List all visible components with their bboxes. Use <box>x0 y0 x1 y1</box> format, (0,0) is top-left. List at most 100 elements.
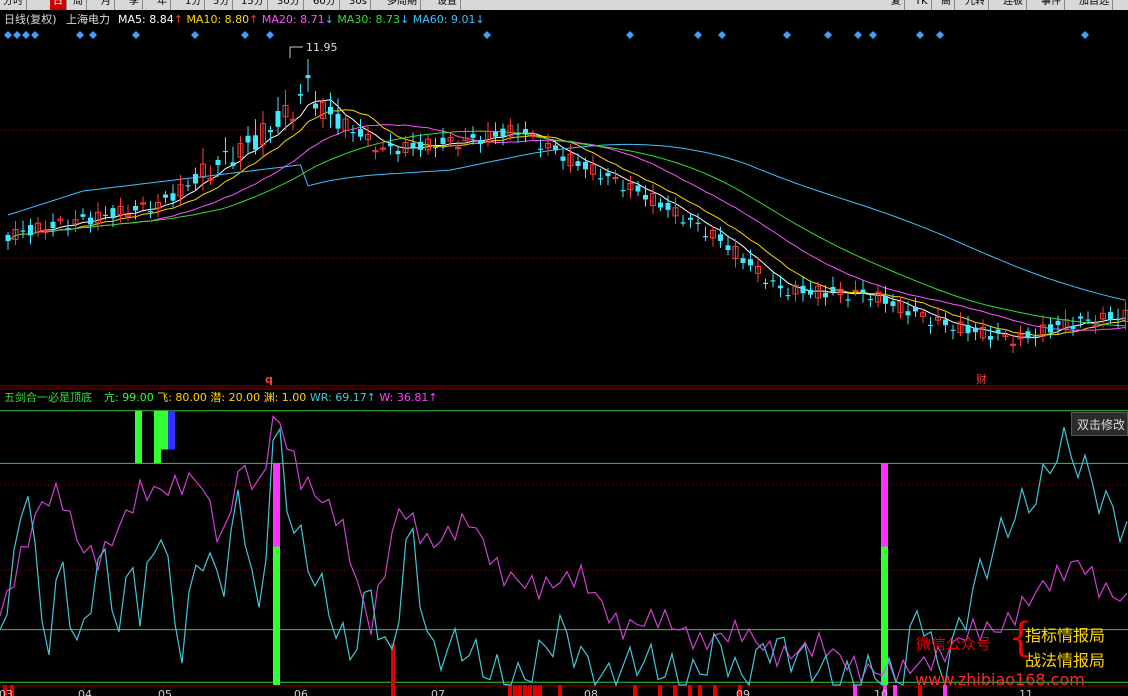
ma-legend: MA5: 8.84↑ MA10: 8.80↑ MA20: 8.71↓ MA30:… <box>118 13 485 26</box>
indicator-legend-item: WR: 69.17↑ <box>310 391 380 404</box>
high-price-label: 11.95 <box>306 41 338 54</box>
candle-body <box>20 230 26 232</box>
candle-body <box>643 194 648 200</box>
candle-body <box>440 137 446 145</box>
candle-body <box>538 148 543 150</box>
indicator-bottom-bar <box>533 685 537 696</box>
candle-body <box>740 258 746 263</box>
candle-body <box>703 236 708 238</box>
chart-period-label: 日线(复权) <box>4 12 57 26</box>
candle-body <box>298 93 303 96</box>
signal-diamond <box>241 31 249 39</box>
x-axis-month-label: 09 <box>736 688 750 696</box>
double-click-edit-tooltip[interactable]: 双击修改 <box>1071 412 1128 436</box>
indicator-legend-item: 渊: 1.00 <box>264 391 310 404</box>
candle-body <box>1033 336 1038 338</box>
x-axis-month-label: 10 <box>874 688 888 696</box>
candle-body <box>193 174 198 184</box>
candle-body <box>313 103 318 109</box>
candle-body <box>305 75 311 79</box>
signal-diamond <box>916 31 924 39</box>
signal-diamond <box>266 31 274 39</box>
candle-body <box>605 172 611 177</box>
candle-body <box>785 295 791 297</box>
candle-body <box>725 245 731 251</box>
event-marker-q[interactable]: q <box>265 373 273 386</box>
candle-body <box>418 141 423 150</box>
candle-body <box>553 145 558 151</box>
candle-body <box>560 156 566 161</box>
indicator-bars <box>3 410 947 696</box>
indicator-bottom-bar <box>658 685 662 696</box>
candle-body <box>500 128 506 137</box>
candle-body <box>478 140 483 144</box>
candle-body <box>598 178 603 180</box>
ma-legend-item: MA5: 8.84 <box>118 13 174 26</box>
candle-body <box>658 202 663 208</box>
candle-body <box>493 131 498 137</box>
candle-body <box>583 161 588 170</box>
candle-body <box>575 161 581 167</box>
indicator-bottom-bar <box>893 685 897 696</box>
x-axis-month-label: 05 <box>158 688 172 696</box>
candle-body <box>50 221 56 228</box>
indicator-bottom-bar <box>523 685 527 696</box>
candle-body <box>808 289 813 295</box>
candle-body <box>5 235 11 241</box>
indicator-signal-bar <box>135 410 142 464</box>
ma-line <box>7 109 1126 337</box>
candle-body <box>358 129 363 137</box>
candle-body <box>103 214 108 217</box>
indicator-signal-bar <box>881 463 888 547</box>
candle-body <box>268 130 273 133</box>
signal-diamond <box>13 31 21 39</box>
candle-body <box>635 185 641 192</box>
signal-diamond <box>1081 31 1089 39</box>
signal-diamond <box>824 31 832 39</box>
signal-diamond <box>854 31 862 39</box>
ma-legend-arrow: ↓ <box>400 13 413 26</box>
candle-body <box>890 301 896 307</box>
event-marker-finance[interactable]: 财 <box>976 372 987 386</box>
candle-body <box>823 292 828 298</box>
candle-body <box>763 282 768 285</box>
candle-body <box>515 133 521 135</box>
stock-chart[interactable]: 日线(复权) 上海电力 MA5: 8.84↑ MA10: 8.80↑ MA20:… <box>0 0 1128 696</box>
candle-body <box>230 162 236 166</box>
signal-diamond <box>694 31 702 39</box>
candle-body <box>988 336 993 340</box>
candlestick-series <box>5 59 1128 354</box>
signal-diamond <box>191 31 199 39</box>
candle-body <box>223 150 228 153</box>
candle-body <box>973 327 978 333</box>
candle-body <box>395 150 401 155</box>
candle-body <box>995 329 1001 333</box>
indicator-bottom-bar <box>391 643 395 696</box>
candle-body <box>778 285 783 289</box>
candle-body <box>1048 324 1053 333</box>
signal-diamond <box>4 31 12 39</box>
x-axis-month-label: 11 <box>1019 688 1033 696</box>
indicator-bottom-bar <box>513 685 517 696</box>
candle-body <box>680 222 686 224</box>
signal-diamond-row <box>4 31 1089 39</box>
signal-diamond <box>783 31 791 39</box>
candle-body <box>148 211 153 213</box>
indicator-bottom-bar <box>558 685 562 696</box>
indicator-signal-bar <box>168 410 175 450</box>
candle-body <box>868 298 873 301</box>
ma-line <box>7 130 1126 327</box>
watermark-name-1: 指标情报局 <box>1025 626 1106 645</box>
candle-body <box>523 129 528 134</box>
candle-body <box>350 131 356 134</box>
candle-body <box>748 259 753 266</box>
candle-body <box>1108 312 1113 321</box>
indicator-legend: 亢: 99.00 飞: 80.00 潜: 20.00 渊: 1.00 WR: 6… <box>104 390 438 404</box>
signal-diamond <box>483 31 491 39</box>
candle-body <box>215 159 221 166</box>
signal-diamond <box>89 31 97 39</box>
ma-legend-arrow: ↓ <box>475 13 484 26</box>
indicator-signal-bar <box>273 546 280 685</box>
signal-diamond <box>626 31 634 39</box>
candle-body <box>620 190 626 192</box>
